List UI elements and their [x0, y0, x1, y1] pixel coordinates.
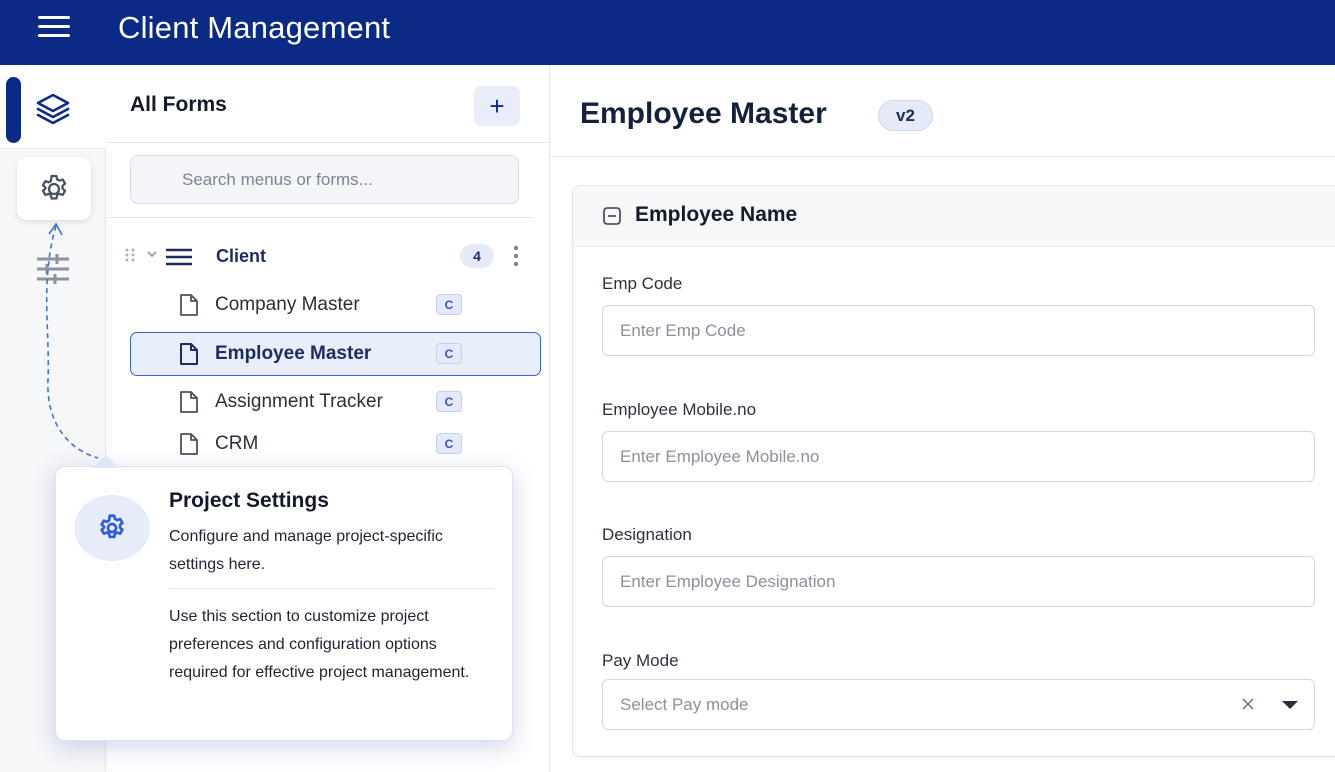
- dropdown-caret-icon[interactable]: [1282, 701, 1298, 709]
- type-badge: C: [436, 343, 462, 364]
- chevron-down-icon[interactable]: [146, 248, 158, 260]
- document-icon: [180, 433, 198, 455]
- form-item-label: CRM: [215, 433, 259, 454]
- guide-arrow: [45, 222, 99, 459]
- document-icon: [180, 294, 198, 316]
- form-item-label: Assignment Tracker: [215, 391, 383, 412]
- select-placeholder: Select Pay mode: [620, 695, 749, 714]
- rail-item-settings[interactable]: [17, 157, 91, 220]
- pay-mode-select[interactable]: Select Pay mode: [602, 679, 1315, 730]
- field-label-emp-code: Emp Code: [602, 274, 683, 293]
- project-settings-tooltip: Project Settings Configure and manage pr…: [55, 455, 513, 741]
- document-icon: [180, 391, 198, 413]
- group-label: Client: [216, 246, 267, 266]
- version-badge: v2: [878, 100, 933, 131]
- rail-item-forms[interactable]: [0, 65, 106, 149]
- form-item-company-master[interactable]: Company Master C: [130, 283, 541, 327]
- type-badge: C: [436, 294, 462, 315]
- more-options-icon[interactable]: [511, 245, 521, 267]
- form-item-label: Employee Master: [215, 343, 372, 364]
- forms-header: All Forms +: [106, 65, 550, 143]
- mobile-input[interactable]: [602, 431, 1315, 482]
- section-title: Employee Name: [635, 203, 798, 226]
- gear-icon: [100, 514, 124, 539]
- field-label-mobile: Employee Mobile.no: [602, 400, 757, 419]
- form-section: Employee Name Emp Code Employee Mobile.n…: [572, 185, 1335, 757]
- field-label-designation: Designation: [602, 525, 692, 544]
- field-label-pay-mode: Pay Mode: [602, 651, 679, 670]
- count-badge: 4: [460, 244, 494, 268]
- main-content: Employee Master v2 Employee Name Emp Cod…: [550, 65, 1335, 772]
- drag-handle-icon[interactable]: [125, 248, 135, 262]
- search-input[interactable]: [130, 155, 519, 204]
- layers-icon: [36, 93, 70, 125]
- gear-icon: [41, 174, 67, 200]
- designation-input[interactable]: [602, 556, 1315, 607]
- document-icon: [180, 343, 198, 365]
- clear-icon[interactable]: [1240, 696, 1256, 712]
- form-item-label: Company Master: [215, 294, 360, 315]
- divider: [106, 217, 534, 218]
- tooltip-icon-badge: [74, 495, 150, 561]
- active-indicator: [6, 77, 21, 143]
- main-header: Employee Master v2: [550, 65, 1335, 157]
- type-badge: C: [436, 433, 462, 454]
- tooltip-divider: [169, 588, 494, 589]
- hamburger-menu-icon[interactable]: [38, 16, 72, 38]
- page-title: Employee Master: [580, 97, 827, 130]
- tooltip-pointer: [93, 455, 119, 468]
- emp-code-input[interactable]: [602, 305, 1315, 356]
- group-row-client[interactable]: Client 4: [106, 235, 550, 277]
- forms-title: All Forms: [130, 93, 227, 116]
- app-title: Client Management: [118, 10, 391, 45]
- form-item-employee-master[interactable]: Employee Master C: [130, 332, 541, 376]
- tooltip-description: Configure and manage project-specific se…: [169, 528, 443, 573]
- list-icon: [166, 248, 192, 266]
- form-item-assignment-tracker[interactable]: Assignment Tracker C: [130, 380, 541, 424]
- form-item-crm[interactable]: CRM C: [130, 422, 541, 466]
- type-badge: C: [436, 391, 462, 412]
- minus-square-icon[interactable]: [603, 207, 621, 225]
- tooltip-title: Project Settings: [169, 489, 329, 512]
- tooltip-body: Use this section to customize project pr…: [169, 608, 470, 681]
- top-app-bar: Client Management: [0, 0, 1335, 65]
- add-form-button[interactable]: +: [474, 86, 520, 126]
- section-header[interactable]: Employee Name: [573, 186, 1335, 247]
